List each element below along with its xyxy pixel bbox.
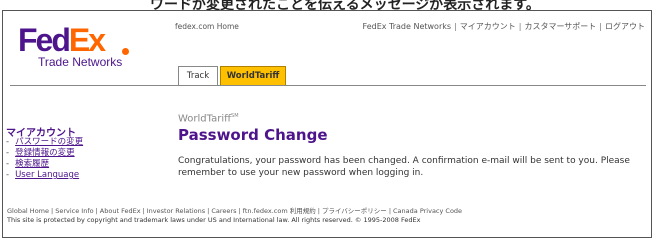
footer-link-global-home[interactable]: Global Home: [7, 207, 49, 215]
nav-separator: |: [518, 22, 522, 31]
tab-track[interactable]: Track: [178, 66, 218, 85]
fedex-home-link[interactable]: fedex.com Home: [175, 22, 239, 31]
sidebar-item-user-language: - User Language: [6, 170, 80, 180]
nav-logout[interactable]: ログアウト: [605, 22, 645, 31]
product-name: WorldTariffSM: [178, 113, 239, 124]
logo-dot: [122, 48, 129, 55]
sidebar-link-user-language[interactable]: User Language: [15, 170, 79, 180]
top-navigation: FedEx Trade Networks | マイアカウント | カスタマーサポート | ロ…: [363, 21, 645, 32]
logo-fed-text: Fed: [18, 22, 71, 58]
sidebar-link-change-password[interactable]: パスワードの変更: [15, 137, 83, 147]
footer-link-careers[interactable]: Careers: [211, 207, 236, 215]
sidebar-link-search-history[interactable]: 検索履歴: [15, 159, 49, 169]
tab-divider: [10, 85, 646, 86]
tab-worldtariff[interactable]: WorldTariff: [220, 66, 286, 85]
footer-link-about-fedex[interactable]: About FedEx: [100, 207, 141, 215]
nav-trade-networks[interactable]: FedEx Trade Networks: [363, 22, 452, 31]
copyright-notice: This site is protected by copyright and …: [7, 216, 421, 224]
sidebar-menu: - パスワードの変更 - 登録情報の変更 - 検索履歴 - User Language: [6, 137, 83, 181]
page-title: Password Change: [178, 126, 328, 144]
nav-customer-support[interactable]: カスタマーサポート: [524, 22, 596, 31]
nav-separator: |: [454, 22, 457, 31]
sidebar-item-change-password: - パスワードの変更: [6, 137, 84, 147]
nav-my-account[interactable]: マイアカウント: [460, 22, 516, 31]
logo-ex-text: Ex: [68, 22, 106, 58]
service-mark: SM: [231, 113, 239, 119]
footer-links: Global Home | Service Info | About FedEx | Inv…: [7, 207, 463, 215]
footer-link-terms[interactable]: ftn.fedex.com 利用規約: [243, 207, 316, 215]
caption-band: ワードが変更されたことを伝えるメッセージが表示されます。: [0, 0, 655, 13]
footer-link-investor-relations[interactable]: Investor Relations: [147, 207, 205, 215]
sidebar-item-change-registration: - 登録情報の変更: [6, 148, 75, 158]
confirmation-message: Congratulations, your password has been …: [178, 156, 630, 178]
nav-separator: |: [599, 22, 602, 31]
footer-link-canada-privacy[interactable]: Canada Privacy Code: [393, 207, 462, 215]
product-label: WorldTariff: [178, 113, 232, 125]
footer-link-service-info[interactable]: Service Info: [55, 207, 93, 215]
sidebar-item-search-history: - 検索履歴: [6, 159, 50, 169]
footer-link-privacy-policy[interactable]: プライバシーポリシー: [322, 207, 387, 215]
sidebar-link-change-registration[interactable]: 登録情報の変更: [15, 148, 75, 158]
logo-subtitle: Trade Networks: [38, 55, 123, 69]
fedex-logo[interactable]: FedEx Trade Networks: [18, 24, 148, 74]
